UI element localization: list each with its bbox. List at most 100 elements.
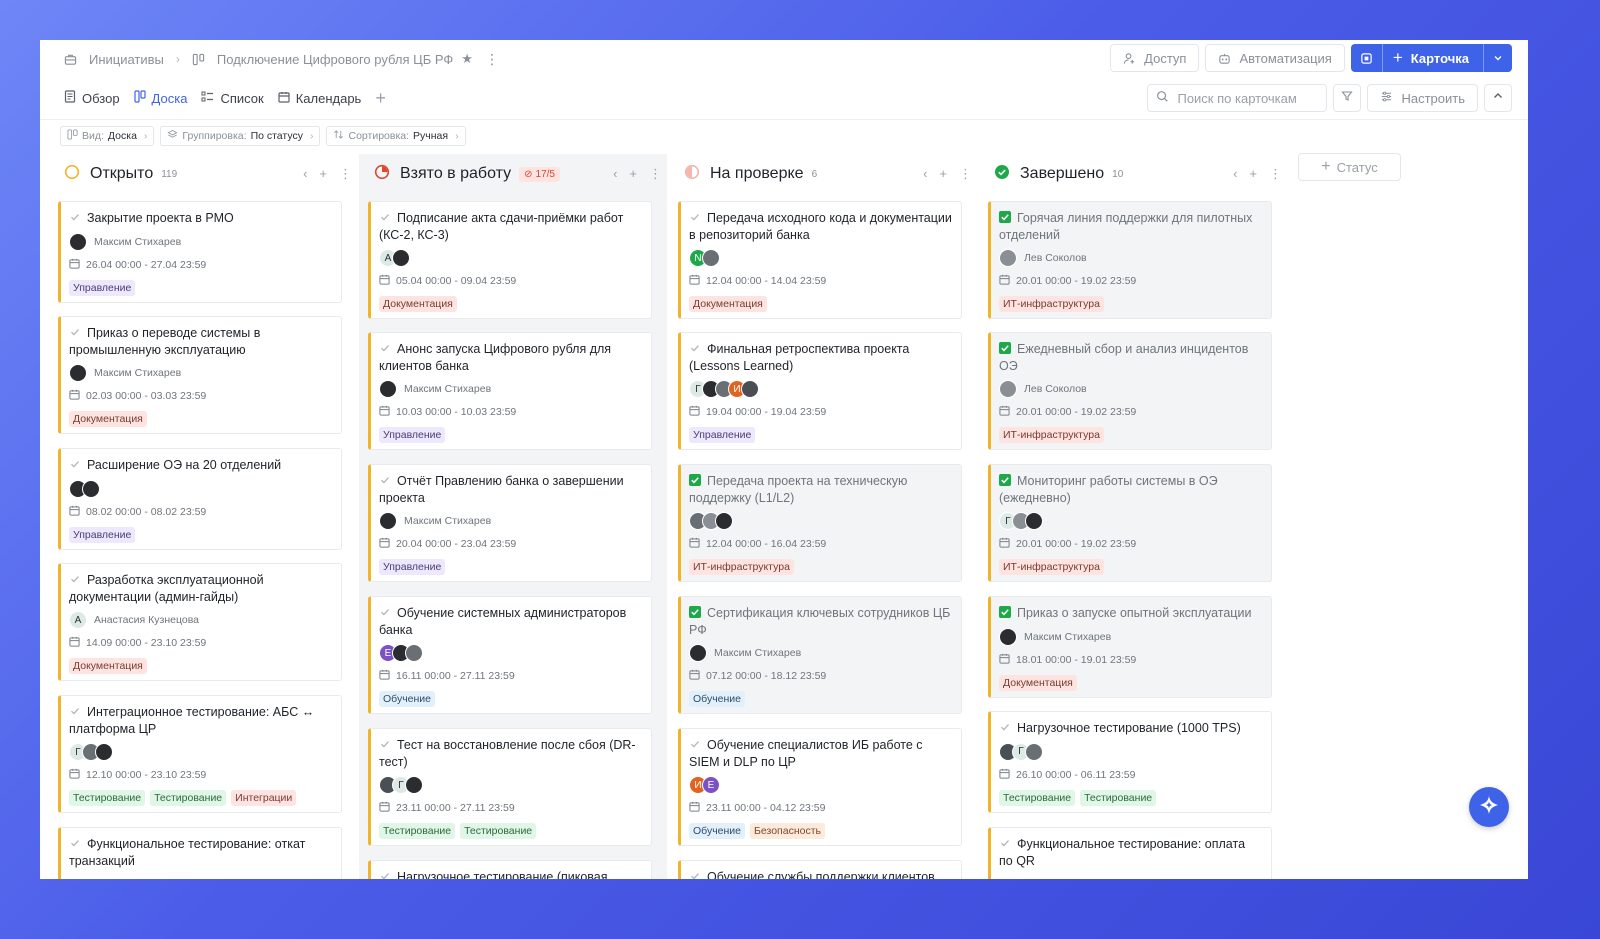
kanban-card[interactable]: Обучение службы поддержки клиентов <box>678 860 962 879</box>
kanban-card[interactable]: Передача проекта на техническую поддержк… <box>678 464 962 582</box>
more-vertical-icon[interactable]: ⋮ <box>485 51 499 68</box>
filter-button[interactable] <box>1333 84 1362 112</box>
checkbox-icon[interactable] <box>379 738 397 752</box>
checkbox-icon[interactable] <box>379 474 397 488</box>
tag[interactable]: Тестирование <box>1080 789 1157 806</box>
more-vertical-icon[interactable]: ⋮ <box>959 166 972 182</box>
tag[interactable]: ИТ-инфраструктура <box>689 559 794 575</box>
chevron-left-icon[interactable]: ‹ <box>613 166 617 182</box>
kanban-card[interactable]: Интеграционное тестирование: АБС ↔ платф… <box>58 695 342 813</box>
breadcrumb-root[interactable]: Инициативы <box>89 52 164 67</box>
checkbox-icon[interactable] <box>69 211 87 225</box>
kanban-card[interactable]: Закрытие проекта в РМО Максим Стихарев 26.… <box>58 201 342 303</box>
checkbox-icon[interactable] <box>69 573 87 587</box>
kanban-card[interactable]: Нагрузочное тестирование (пиковая <box>368 860 652 879</box>
grouping-filter-chip[interactable]: Группировка: По статусу › <box>160 126 321 146</box>
add-card-dropdown[interactable] <box>1484 44 1512 72</box>
tag[interactable]: Управление <box>379 559 446 575</box>
kanban-card[interactable]: Горячая линия поддержки для пилотных отд… <box>988 201 1272 319</box>
kanban-card[interactable]: Приказ о переводе системы в промышленную… <box>58 316 342 434</box>
configure-button[interactable]: Настроить <box>1367 84 1478 112</box>
access-button[interactable]: Доступ <box>1110 44 1200 72</box>
tag[interactable]: Безопасность <box>750 823 825 839</box>
kanban-card[interactable]: Обучение системных администраторов банка… <box>368 596 652 714</box>
tag[interactable]: ИТ-инфраструктура <box>999 427 1104 443</box>
checkbox-icon[interactable] <box>999 721 1017 735</box>
kanban-card[interactable]: Финальная ретроспектива проекта (Lessons… <box>678 332 962 450</box>
tag[interactable]: Тестирование <box>69 790 146 806</box>
checkbox-checked-icon[interactable] <box>999 606 1017 620</box>
tag[interactable]: Документация <box>379 296 457 312</box>
tab-list[interactable]: Список <box>201 86 264 110</box>
checkbox-checked-icon[interactable] <box>689 474 707 488</box>
tag[interactable]: ИТ-инфраструктура <box>999 559 1104 575</box>
checkbox-checked-icon[interactable] <box>689 606 707 620</box>
plus-icon[interactable]: + <box>319 166 327 182</box>
tag[interactable]: Тестирование <box>150 790 227 806</box>
add-status-button[interactable]: + Статус <box>1298 153 1401 181</box>
chevron-left-icon[interactable]: ‹ <box>923 166 927 182</box>
tag[interactable]: Управление <box>69 279 136 296</box>
view-filter-chip[interactable]: Вид: Доска › <box>60 126 155 146</box>
breadcrumb-project[interactable]: Подключение Цифрового рубля ЦБ РФ <box>217 52 453 67</box>
kanban-card[interactable]: Подписание акта сдачи-приёмки работ (КС-… <box>368 201 652 319</box>
kanban-card[interactable]: Анонс запуска Цифрового рубля для клиент… <box>368 332 652 450</box>
more-vertical-icon[interactable]: ⋮ <box>649 166 662 182</box>
chevron-left-icon[interactable]: ‹ <box>303 166 307 182</box>
kanban-card[interactable]: Функциональное тестирование: оплата по Q… <box>988 827 1272 879</box>
kanban-card[interactable]: Передача исходного кода и документации в… <box>678 201 962 319</box>
card-template-button[interactable] <box>1351 44 1382 72</box>
checkbox-icon[interactable] <box>689 738 707 752</box>
checkbox-icon[interactable] <box>689 211 707 225</box>
tag[interactable]: Документация <box>999 674 1077 691</box>
tag[interactable]: Документация <box>69 411 147 427</box>
checkbox-icon[interactable] <box>689 870 707 879</box>
kanban-card[interactable]: Нагрузочное тестирование (1000 TPS) Г 26.1… <box>988 711 1272 813</box>
tab-overview[interactable]: Обзор <box>64 86 120 110</box>
tab-board[interactable]: Доска <box>133 86 187 110</box>
kanban-card[interactable]: Разработка эксплуатационной документации… <box>58 563 342 681</box>
checkbox-icon[interactable] <box>69 326 87 340</box>
more-vertical-icon[interactable]: ⋮ <box>339 166 352 182</box>
checkbox-icon[interactable] <box>379 606 397 620</box>
kanban-card[interactable]: Расширение ОЭ на 20 отделений 08.02 00:00… <box>58 448 342 550</box>
tag[interactable]: Интеграции <box>231 790 297 806</box>
tag[interactable]: Документация <box>689 296 767 312</box>
checkbox-icon[interactable] <box>689 342 707 356</box>
sort-filter-chip[interactable]: Сортировка: Ручная › <box>326 126 466 146</box>
plus-icon[interactable]: + <box>1249 166 1257 182</box>
checkbox-checked-icon[interactable] <box>999 211 1017 225</box>
collapse-button[interactable] <box>1484 84 1512 112</box>
checkbox-icon[interactable] <box>69 458 87 472</box>
checkbox-checked-icon[interactable] <box>999 474 1017 488</box>
tag[interactable]: ИТ-инфраструктура <box>999 296 1104 312</box>
tag[interactable]: Тестирование <box>379 823 456 839</box>
tag[interactable]: Тестирование <box>999 789 1076 806</box>
tag[interactable]: Обучение <box>689 691 746 707</box>
kanban-card[interactable]: Обучение специалистов ИБ работе с SIEM и… <box>678 728 962 846</box>
kanban-card[interactable]: Приказ о запуске опытной эксплуатации Мак… <box>988 596 1272 698</box>
checkbox-icon[interactable] <box>999 837 1017 851</box>
tag[interactable]: Управление <box>69 526 136 543</box>
tag[interactable]: Управление <box>379 427 446 443</box>
checkbox-icon[interactable] <box>69 705 87 719</box>
tag[interactable]: Документация <box>69 658 147 674</box>
search-input[interactable]: Поиск по карточкам <box>1147 84 1328 112</box>
tab-calendar[interactable]: Календарь <box>278 86 361 110</box>
checkbox-icon[interactable] <box>379 342 397 356</box>
add-card-button[interactable]: + Карточка <box>1381 44 1484 72</box>
kanban-card[interactable]: Сертификация ключевых сотрудников ЦБ РФ М… <box>678 596 962 714</box>
kanban-card[interactable]: Ежедневный сбор и анализ инцидентов ОЭ Ле… <box>988 332 1272 450</box>
star-icon[interactable]: ★ <box>461 51 473 67</box>
chevron-left-icon[interactable]: ‹ <box>1233 166 1237 182</box>
plus-icon[interactable]: + <box>629 166 637 182</box>
add-view-button[interactable]: + <box>375 86 386 110</box>
checkbox-icon[interactable] <box>69 837 87 851</box>
tag[interactable]: Тестирование <box>460 823 537 839</box>
tag[interactable]: Обучение <box>689 823 746 839</box>
assistant-button[interactable] <box>1469 787 1509 827</box>
checkbox-icon[interactable] <box>379 870 397 879</box>
kanban-card[interactable]: Тест на восстановление после сбоя (DR-те… <box>368 728 652 846</box>
checkbox-checked-icon[interactable] <box>999 342 1017 356</box>
kanban-card[interactable]: Отчёт Правлению банка о завершении проек… <box>368 464 652 582</box>
